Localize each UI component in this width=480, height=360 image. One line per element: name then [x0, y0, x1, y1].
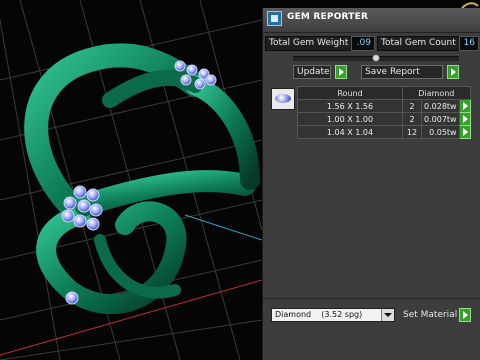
- panel-slider[interactable]: [293, 54, 459, 62]
- select-row-icon[interactable]: [458, 125, 471, 139]
- gem-reporter-app-icon: [267, 11, 282, 26]
- gem-weight: 0.05tw: [421, 125, 460, 139]
- table-row: 1.00 X 1.00 2 0.007tw: [297, 112, 471, 126]
- save-report-control: Save Report: [361, 65, 461, 79]
- material-select-value: Diamond (3.52 spg): [275, 310, 363, 319]
- update-go-icon[interactable]: [335, 65, 347, 79]
- total-gem-count-value: 16: [459, 36, 479, 51]
- table-header-row: Round Diamond: [297, 86, 471, 100]
- gem-size: 1.00 X 1.00: [297, 112, 403, 126]
- update-button[interactable]: Update: [293, 65, 331, 79]
- total-gem-weight-value: .09: [351, 36, 375, 51]
- column-header-shape: Round: [297, 86, 403, 100]
- chevron-down-icon[interactable]: [381, 309, 394, 321]
- slider-knob[interactable]: [372, 54, 380, 62]
- gem-count: 2: [402, 99, 422, 113]
- table-row: 1.56 X 1.56 2 0.028tw: [297, 99, 471, 113]
- totals-row: Total Gem Weight .09 Total Gem Count 16: [265, 36, 479, 52]
- round-diamond-icon[interactable]: [271, 88, 295, 110]
- gem-reporter-panel: GEM REPORTER Total Gem Weight .09 Total …: [262, 8, 480, 360]
- axis-line: [184, 214, 263, 241]
- select-row-icon[interactable]: [458, 112, 471, 126]
- gem-weight: 0.007tw: [421, 112, 460, 126]
- gem-count: 12: [402, 125, 422, 139]
- set-material-label: Set Material: [403, 310, 458, 320]
- gem-size: 1.56 X 1.56: [297, 99, 403, 113]
- column-header-material: Diamond: [402, 86, 471, 100]
- gem: [65, 291, 79, 305]
- gem-count: 2: [402, 112, 422, 126]
- material-row: Diamond (3.52 spg) Set Material: [263, 298, 480, 327]
- save-report-dropdown[interactable]: Save Report: [361, 65, 443, 79]
- update-control: Update: [293, 65, 353, 79]
- gem-weight: 0.028tw: [421, 99, 460, 113]
- set-material-go-icon[interactable]: [459, 308, 471, 322]
- gem-table: Round Diamond 1.56 X 1.56 2 0.028tw 1.00…: [297, 86, 471, 139]
- panel-title: GEM REPORTER: [287, 12, 369, 22]
- select-row-icon[interactable]: [458, 99, 471, 113]
- ring-shank: [24, 43, 260, 315]
- material-select[interactable]: Diamond (3.52 spg): [271, 308, 395, 322]
- panel-titlebar[interactable]: GEM REPORTER: [263, 8, 480, 33]
- table-row: 1.04 X 1.04 12 0.05tw: [297, 125, 471, 139]
- save-report-go-icon[interactable]: [447, 65, 459, 79]
- gem-size: 1.04 X 1.04: [297, 125, 403, 139]
